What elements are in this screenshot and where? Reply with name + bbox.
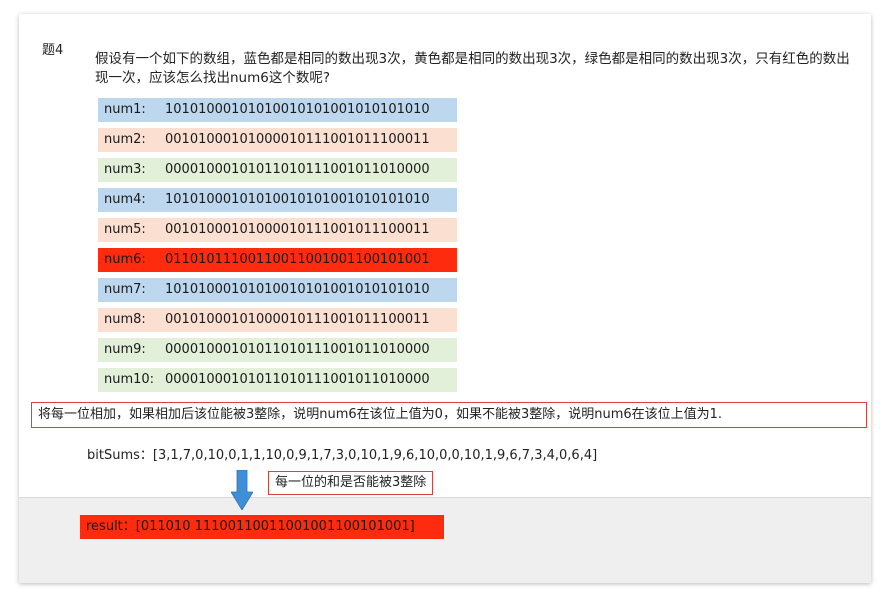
slide-title: 题4 <box>42 43 64 58</box>
slide-card: 题4 假设有一个如下的数组，蓝色都是相同的数出现3次，黄色都是相同的数出现3次，… <box>19 14 871 583</box>
number-bits: 10101000101010010101001010101010 <box>165 282 430 297</box>
number-row: num7: 10101000101010010101001010101010 <box>98 278 457 302</box>
number-label: num9: <box>104 342 146 357</box>
number-bits: 00101000101000010111001011100011 <box>165 132 430 147</box>
divisible-note-box: 每一位的和是否能被3整除 <box>268 471 434 495</box>
number-bits: 00101000101000010111001011100011 <box>165 312 430 327</box>
number-row: num8: 00101000101000010111001011100011 <box>98 308 457 332</box>
number-label: num6: <box>104 252 146 267</box>
number-row: num9: 00001000101011010111001011010000 <box>98 338 457 362</box>
bottom-band <box>19 497 871 583</box>
number-label: num3: <box>104 162 146 177</box>
down-arrow-icon <box>231 470 253 510</box>
number-bits: 00101000101000010111001011100011 <box>165 222 430 237</box>
result-label: result： <box>86 519 136 534</box>
number-label: num1: <box>104 102 146 117</box>
number-bits: 01101011100110011001001100101001 <box>165 252 430 267</box>
number-row: num3: 00001000101011010111001011010000 <box>98 158 457 182</box>
explanation-box: 将每一位相加，如果相加后该位能被3整除，说明num6在该位上值为0，如果不能被3… <box>31 402 867 428</box>
number-label: num5: <box>104 222 146 237</box>
number-label: num4: <box>104 192 146 207</box>
number-row: num10: 00001000101011010111001011010000 <box>98 368 457 392</box>
number-bits: 00001000101011010111001011010000 <box>165 372 430 387</box>
result-value: [011010 11100110011001001100101001] <box>135 519 415 534</box>
question-text: 假设有一个如下的数组，蓝色都是相同的数出现3次，黄色都是相同的数出现3次，绿色都… <box>95 51 850 86</box>
number-label: num2: <box>104 132 146 147</box>
number-bits: 00001000101011010111001011010000 <box>165 162 430 177</box>
number-row: num6: 01101011100110011001001100101001 <box>98 248 457 272</box>
number-bits: 10101000101010010101001010101010 <box>165 102 430 117</box>
number-bits: 10101000101010010101001010101010 <box>165 192 430 207</box>
number-row: num1: 10101000101010010101001010101010 <box>98 98 457 122</box>
number-label: num8: <box>104 312 146 327</box>
bitsums-label: bitSums： <box>87 448 153 463</box>
number-label: num10: <box>104 372 155 387</box>
number-row: num2: 00101000101000010111001011100011 <box>98 128 457 152</box>
number-row: num4: 10101000101010010101001010101010 <box>98 188 457 212</box>
result-line: result：[011010 1110011001100100110010100… <box>80 515 444 539</box>
number-bits: 00001000101011010111001011010000 <box>165 342 430 357</box>
number-row: num5: 00101000101000010111001011100011 <box>98 218 457 242</box>
bitsums-line: bitSums：[3,1,7,0,10,0,1,1,10,0,9,1,7,3,0… <box>87 444 597 463</box>
bitsums-value: [3,1,7,0,10,0,1,1,10,0,9,1,7,3,0,10,1,9,… <box>152 448 598 463</box>
number-label: num7: <box>104 282 146 297</box>
